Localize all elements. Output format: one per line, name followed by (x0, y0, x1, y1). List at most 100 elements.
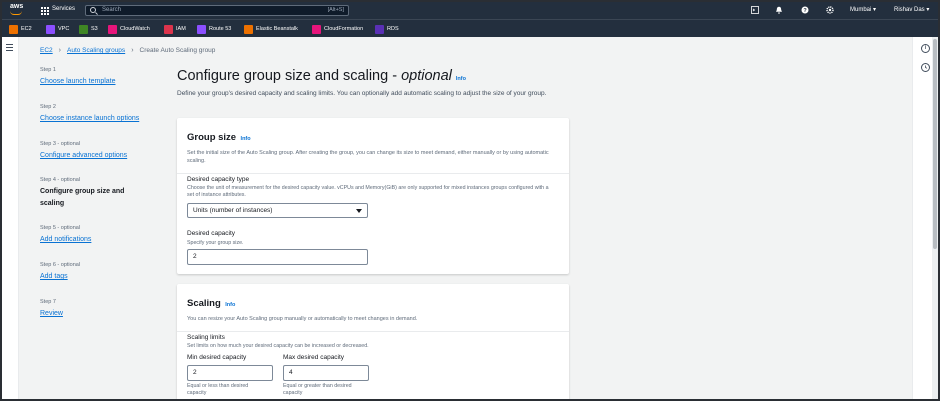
step-2-number: Step 2 (40, 104, 56, 110)
page-title: Configure group size and scaling - optio… (177, 68, 466, 84)
services-grid-icon[interactable] (41, 7, 49, 15)
desired-capacity-description: Specify your group size. (187, 240, 244, 246)
search-icon (90, 7, 96, 13)
favorites-bar: EC2 VPC S3 CloudWatch IAM Route 53 Elast… (2, 19, 938, 37)
favorite-label: RDS (387, 26, 399, 32)
favorite-label: IAM (176, 26, 186, 32)
info-panel-icon[interactable]: i (921, 44, 930, 53)
step-7-number: Step 7 (40, 299, 56, 305)
min-capacity-input[interactable]: 2 (187, 365, 273, 381)
menu-icon[interactable] (6, 44, 13, 53)
step-7-link[interactable]: Review (40, 310, 63, 317)
left-nav-strip (2, 37, 19, 399)
s3-icon (79, 24, 88, 34)
cloudwatch-icon (108, 24, 117, 34)
page-description: Define your group's desired capacity and… (177, 90, 547, 97)
favorite-label: CloudWatch (120, 26, 150, 32)
cloudformation-icon (312, 24, 321, 34)
group-size-info-link[interactable]: Info (241, 136, 251, 142)
route53-icon (197, 24, 206, 34)
favorite-vpc[interactable]: VPC (46, 24, 69, 34)
services-menu[interactable]: Services (52, 6, 75, 12)
favorite-elastic-beanstalk[interactable]: Elastic Beanstalk (244, 24, 298, 34)
rds-icon (375, 24, 384, 34)
favorite-iam[interactable]: IAM (164, 24, 186, 34)
console-frame: aws Services Search [Alt+S] ? Mumbai ▾ R… (2, 2, 938, 399)
group-size-description: Set the initial size of the Auto Scaling… (187, 150, 549, 164)
bell-icon[interactable] (775, 6, 783, 14)
max-capacity-input[interactable]: 4 (283, 365, 369, 381)
search-placeholder: Search (102, 7, 122, 13)
step-4-current: Configure group size and scaling (40, 188, 125, 207)
aws-logo[interactable]: aws (10, 3, 23, 10)
favorite-label: VPC (58, 26, 70, 32)
aws-smile-icon (10, 11, 22, 15)
scaling-panel: Scaling Info You can resize your Auto Sc… (177, 284, 569, 399)
cloudshell-icon[interactable] (751, 6, 759, 14)
scaling-limits-label: Scaling limits (187, 334, 225, 341)
divider (177, 331, 569, 332)
divider (177, 173, 569, 174)
max-capacity-hint: Equal or greater than desired capacity (283, 383, 352, 396)
region-selector[interactable]: Mumbai ▾ (850, 6, 876, 13)
caret-down-icon (356, 209, 362, 213)
step-3-number: Step 3 - optional (40, 141, 81, 147)
ec2-icon (9, 24, 18, 34)
scaling-info-link[interactable]: Info (225, 302, 235, 308)
help-icon[interactable]: ? (801, 6, 809, 14)
page-title-optional: optional (401, 68, 452, 84)
settings-icon[interactable] (826, 6, 834, 14)
favorite-rds[interactable]: RDS (375, 24, 399, 34)
step-2-link[interactable]: Choose instance launch options (40, 115, 139, 122)
favorite-label: CloudFormation (324, 26, 364, 32)
group-size-panel: Group size Info Set the initial size of … (177, 118, 569, 274)
step-4-number: Step 4 - optional (40, 177, 81, 183)
elastic-beanstalk-icon (244, 24, 253, 34)
step-1-link[interactable]: Choose launch template (40, 78, 116, 85)
scaling-limits-description: Set limits on how much your desired capa… (187, 343, 369, 349)
breadcrumb: EC2 › Auto Scaling groups › Create Auto … (40, 47, 215, 54)
search-shortcut: [Alt+S] (327, 7, 344, 13)
scaling-description: You can resize your Auto Scaling group m… (187, 316, 418, 322)
capacity-type-value: Units (number of instances) (193, 207, 273, 214)
favorite-label: Elastic Beanstalk (256, 26, 298, 32)
capacity-type-description: Choose the unit of measurement for the d… (187, 185, 549, 198)
step-6-number: Step 6 - optional (40, 262, 81, 268)
vpc-icon (46, 24, 55, 34)
scrollbar[interactable] (932, 37, 938, 399)
favorite-label: S3 (91, 26, 98, 32)
search-input[interactable]: Search [Alt+S] (85, 5, 349, 16)
favorite-cloudformation[interactable]: CloudFormation (312, 24, 363, 34)
step-3-link[interactable]: Configure advanced options (40, 152, 127, 159)
step-6-link[interactable]: Add tags (40, 273, 68, 280)
group-size-title: Group size (187, 132, 237, 143)
min-capacity-label: Min desired capacity (187, 354, 247, 361)
breadcrumb-current: Create Auto Scaling group (139, 47, 216, 54)
page-info-link[interactable]: Info (456, 76, 466, 82)
page-title-text: Configure group size and scaling - (177, 68, 398, 84)
step-5-number: Step 5 - optional (40, 225, 81, 231)
scaling-title: Scaling (187, 298, 221, 309)
favorite-label: Route 53 (209, 26, 232, 32)
max-capacity-label: Max desired capacity (283, 354, 345, 361)
capacity-type-select[interactable]: Units (number of instances) (187, 203, 368, 218)
step-5-link[interactable]: Add notifications (40, 236, 91, 243)
top-navigation: aws Services Search [Alt+S] ? Mumbai ▾ R… (2, 2, 938, 19)
chevron-right-icon: › (58, 47, 61, 54)
clock-icon[interactable] (921, 63, 930, 72)
chevron-right-icon: › (131, 47, 134, 54)
scrollbar-thumb[interactable] (933, 39, 937, 249)
account-menu[interactable]: Rishav Das ▾ (894, 6, 929, 13)
desired-capacity-input[interactable]: 2 (187, 249, 368, 265)
breadcrumb-ec2[interactable]: EC2 (40, 47, 53, 54)
favorite-ec2[interactable]: EC2 (9, 24, 32, 34)
favorite-cloudwatch[interactable]: CloudWatch (108, 24, 150, 34)
breadcrumb-auto-scaling-groups[interactable]: Auto Scaling groups (67, 47, 125, 54)
favorite-route53[interactable]: Route 53 (197, 24, 231, 34)
iam-icon (164, 24, 173, 34)
capacity-type-label: Desired capacity type (187, 176, 250, 183)
favorite-s3[interactable]: S3 (79, 24, 98, 34)
favorite-label: EC2 (21, 26, 32, 32)
min-capacity-hint: Equal or less than desired capacity (187, 383, 249, 396)
step-1-number: Step 1 (40, 67, 56, 73)
